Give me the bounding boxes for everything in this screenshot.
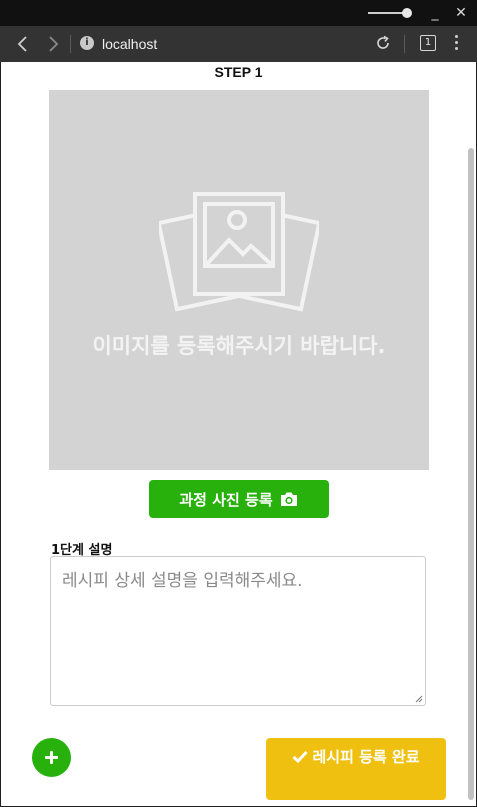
check-icon (292, 750, 309, 763)
description-textarea[interactable]: 레시피 상세 설명을 입력해주세요. (50, 556, 426, 706)
upload-step-photo-label: 과정 사진 등록 (179, 490, 273, 509)
title-bar: _ ✕ (0, 0, 477, 26)
description-placeholder: 레시피 상세 설명을 입력해주세요. (62, 571, 303, 591)
close-window-button[interactable]: ✕ (452, 4, 470, 22)
more-menu-icon[interactable] (452, 35, 460, 53)
info-icon[interactable]: i (80, 36, 94, 50)
upload-step-photo-button[interactable]: 과정 사진 등록 (149, 480, 329, 518)
scrollbar-thumb[interactable] (468, 148, 474, 800)
browser-window: _ ✕ i localhost 1 STEP 1 이미지를 등록해주시기 바랍니… (0, 0, 477, 807)
back-button[interactable] (12, 33, 34, 55)
chevron-left-icon (17, 36, 27, 52)
gallery-icon (159, 192, 319, 312)
chevron-right-icon (49, 36, 59, 52)
camera-icon (280, 492, 297, 506)
complete-recipe-button[interactable]: 레시피 등록 완료 (266, 738, 446, 800)
address-bar[interactable]: localhost (102, 34, 157, 54)
forward-button[interactable] (42, 33, 64, 55)
page-viewport: STEP 1 이미지를 등록해주시기 바랍니다. 과정 사진 등록 1단계 설명… (1, 62, 476, 806)
step-title: STEP 1 (214, 64, 263, 80)
minimize-button[interactable]: _ (426, 4, 444, 22)
add-step-button[interactable] (32, 738, 71, 777)
toolbar-divider (70, 35, 71, 53)
complete-recipe-label: 레시피 등록 완료 (312, 748, 420, 766)
step-image-placeholder[interactable]: 이미지를 등록해주시기 바랍니다. (49, 90, 429, 470)
browser-toolbar: i localhost 1 (0, 26, 477, 62)
reload-button[interactable] (373, 33, 393, 53)
toolbar-divider (404, 35, 405, 53)
tab-count-button[interactable]: 1 (420, 35, 436, 51)
resize-grip-icon[interactable] (415, 695, 423, 703)
reload-icon (377, 35, 389, 49)
zoom-slider-knob[interactable] (402, 8, 412, 18)
image-placeholder-text: 이미지를 등록해주시기 바랍니다. (92, 334, 386, 358)
scrollbar[interactable] (466, 62, 476, 806)
